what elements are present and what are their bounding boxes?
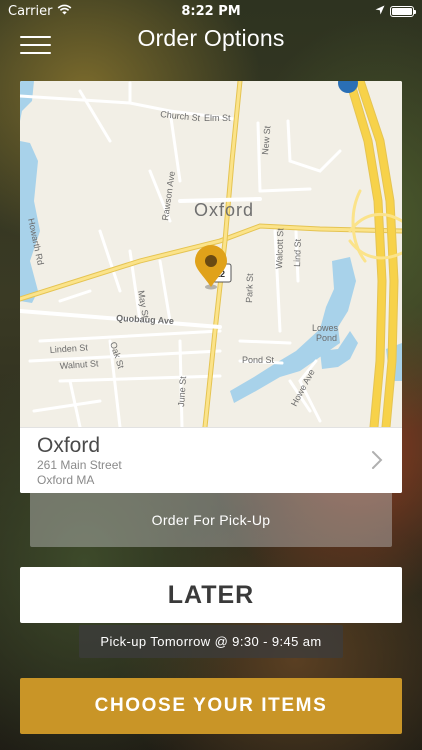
map-label-lowes: Lowes [312,323,339,333]
nav-bar: Order Options [0,22,422,62]
store-address-line2: Oxford MA [37,473,95,487]
hamburger-menu-icon[interactable] [20,36,51,54]
choose-your-items-label: CHOOSE YOUR ITEMS [94,695,328,716]
map-town-label: Oxford [194,200,254,220]
page-title: Order Options [137,25,285,51]
later-button[interactable]: LATER [20,567,402,623]
later-button-label: LATER [167,581,255,609]
map-label-elm-st: Elm St [204,113,231,123]
status-bar: Carrier 8:22 PM [0,0,422,22]
store-info-row[interactable]: Oxford 261 Main Street Oxford MA [20,427,402,493]
store-address-line1: 261 Main Street [37,458,122,472]
chevron-right-icon [372,451,383,469]
status-right [375,4,416,19]
pickup-time-label: Pick-up Tomorrow @ 9:30 - 9:45 am [79,625,343,658]
map-label-walcott-st: Walcott St [274,228,285,269]
map-label-lind-st: Lind St [292,238,303,267]
map-label-pond: Pond [316,333,337,343]
order-for-pickup-button[interactable]: Order For Pick-Up [30,493,392,547]
store-name: Oxford [37,434,101,457]
store-card: Church St Elm St New St Rawson Ave Howar… [20,81,402,493]
location-arrow-icon [375,4,385,19]
choose-your-items-button[interactable]: CHOOSE YOUR ITEMS [20,678,402,734]
battery-icon [390,5,416,17]
carrier-label: Carrier [8,3,53,19]
store-map[interactable]: Church St Elm St New St Rawson Ave Howar… [20,81,402,427]
map-label-pond-st: Pond St [242,355,275,365]
wifi-icon [57,4,72,19]
map-label-park-st: Park St [244,273,255,303]
status-left: Carrier [8,4,72,19]
